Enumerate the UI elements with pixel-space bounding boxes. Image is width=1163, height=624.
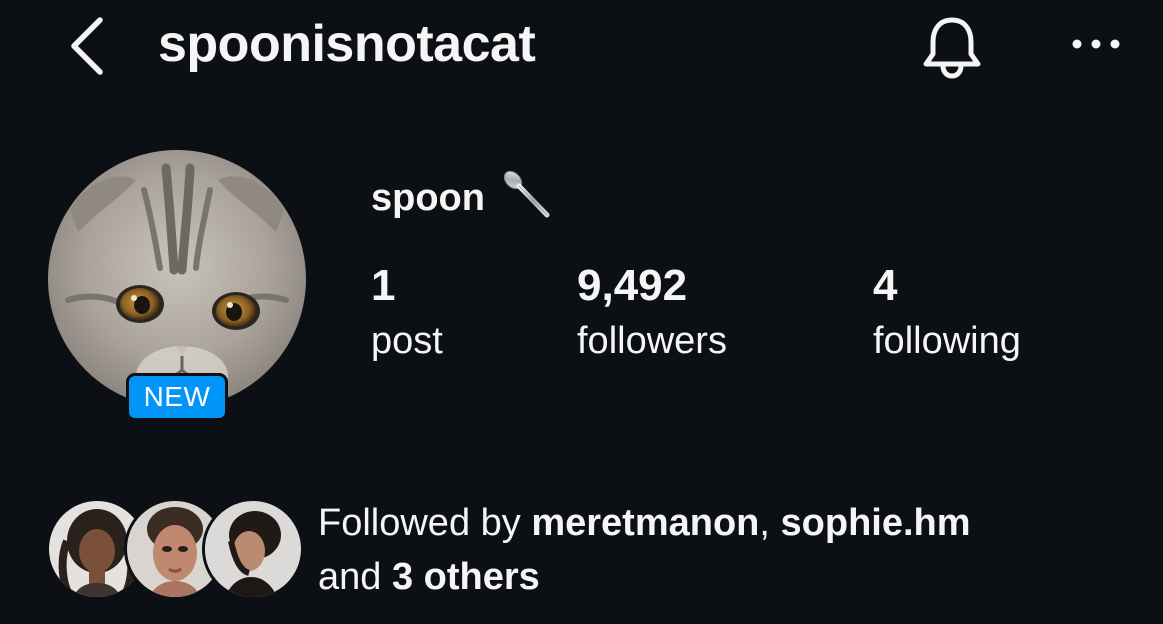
- mutual-followers-avatars[interactable]: [46, 498, 304, 600]
- followed-by-prefix: Followed by: [318, 502, 532, 544]
- chevron-left-icon: [71, 17, 103, 75]
- more-options-button[interactable]: [1064, 24, 1128, 64]
- profile-username: spoonisnotacat: [158, 15, 536, 73]
- stat-followers[interactable]: 9,492 followers: [577, 260, 727, 364]
- cat-avatar: [48, 150, 306, 408]
- notifications-button[interactable]: [914, 12, 990, 82]
- profile-avatar[interactable]: [48, 150, 306, 408]
- followed-by-conjunction: and: [318, 556, 392, 598]
- back-button[interactable]: [58, 14, 114, 78]
- stat-posts-value: 1: [371, 261, 396, 310]
- spoon-emoji: [499, 165, 555, 231]
- stat-following[interactable]: 4 following: [873, 260, 1021, 364]
- followed-by-user-2[interactable]: sophie.hm: [781, 502, 971, 544]
- followed-by-others[interactable]: 3 others: [392, 556, 540, 598]
- stat-followers-label: followers: [577, 320, 727, 362]
- stat-posts-label: post: [371, 320, 443, 362]
- followed-by-separator: ,: [759, 502, 781, 544]
- bell-icon: [923, 17, 981, 79]
- stat-posts[interactable]: 1 post: [371, 260, 443, 364]
- mutual-avatar-3: [202, 498, 304, 600]
- new-badge: NEW: [126, 373, 228, 421]
- spoon-icon: [503, 170, 550, 218]
- more-horizontal-icon: [1072, 39, 1120, 49]
- display-name-text: spoon: [371, 176, 485, 219]
- display-name: spoon: [371, 170, 555, 224]
- stat-followers-value: 9,492: [577, 261, 688, 310]
- followed-by-user-1[interactable]: meretmanon: [531, 502, 759, 544]
- followed-by-text[interactable]: Followed by meretmanon, sophie.hm and 3 …: [318, 496, 1118, 604]
- stat-following-label: following: [873, 320, 1021, 362]
- stat-following-value: 4: [873, 261, 898, 310]
